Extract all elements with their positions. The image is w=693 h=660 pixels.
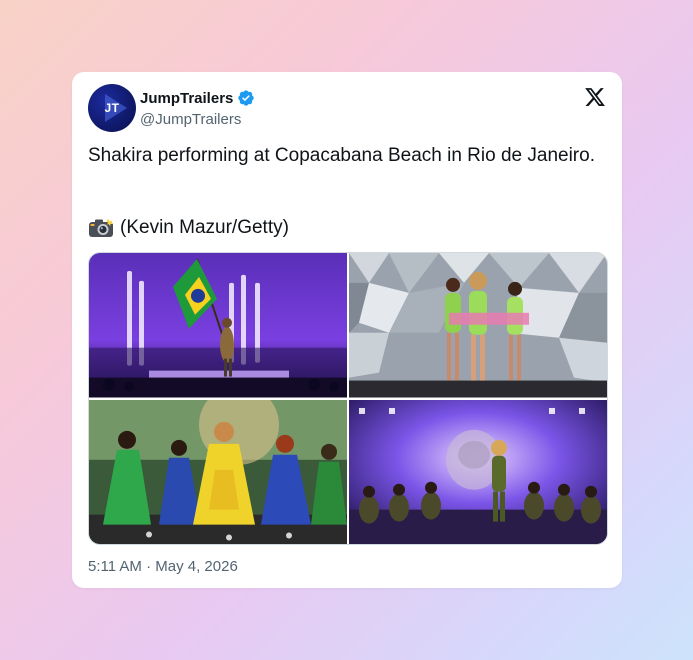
- author-name[interactable]: JumpTrailers: [140, 90, 233, 107]
- tiger-stage-photo[interactable]: [349, 399, 607, 544]
- post-text: Shakira performing at Copacabana Beach i…: [88, 145, 595, 166]
- post-timestamp[interactable]: 5:11 AM · May 4, 2026: [88, 558, 238, 575]
- avatar-initials: JT: [104, 101, 120, 115]
- media-grid: [88, 252, 608, 545]
- verified-badge-icon: [238, 90, 255, 106]
- credit-text: (Kevin Mazur/Getty): [120, 217, 289, 238]
- name-row: JumpTrailers: [140, 89, 255, 107]
- dancers-photo[interactable]: [89, 399, 347, 544]
- x-logo-icon[interactable]: [584, 86, 606, 108]
- photo-credit: (Kevin Mazur/Getty): [88, 216, 289, 240]
- camera-icon: [89, 219, 114, 237]
- mirror-stage-photo[interactable]: [349, 253, 607, 398]
- post-text-block: Shakira performing at Copacabana Beach i…: [88, 144, 608, 168]
- post-card: JT JumpTrailers @JumpTrailers Shakira pe…: [72, 72, 622, 588]
- author-handle[interactable]: @JumpTrailers: [140, 111, 241, 128]
- stage-flag-photo[interactable]: [89, 253, 347, 398]
- post-header: JT JumpTrailers @JumpTrailers: [88, 84, 606, 132]
- avatar[interactable]: JT: [88, 84, 136, 132]
